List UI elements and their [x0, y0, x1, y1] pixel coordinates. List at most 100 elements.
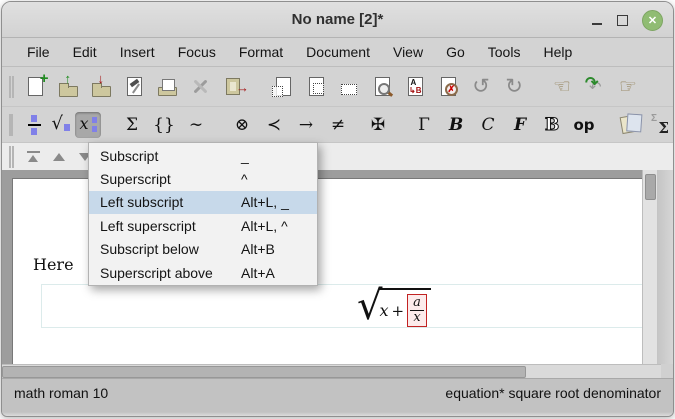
- menu-Tools[interactable]: Tools: [487, 42, 522, 62]
- forward-icon: [619, 74, 637, 99]
- math-symbol-brackets-button[interactable]: {}: [151, 112, 177, 138]
- fraction-numerator: a: [410, 295, 424, 311]
- preferences-icon: [191, 77, 209, 96]
- math-symbol-arrow-button[interactable]: →: [293, 112, 319, 138]
- copy-button[interactable]: [270, 74, 296, 100]
- save-document-icon: [92, 86, 111, 97]
- math-symbol-operator-text-button[interactable]: op: [571, 112, 597, 138]
- undo-button[interactable]: [468, 74, 494, 100]
- math-symbol-binary-relation-button[interactable]: ≺: [261, 112, 287, 138]
- forward-button[interactable]: [615, 74, 641, 100]
- minimize-button[interactable]: [591, 14, 603, 26]
- close-button[interactable]: [642, 10, 663, 31]
- back-icon: [553, 74, 571, 99]
- cursor-focus-box[interactable]: a x: [407, 294, 427, 327]
- insert-sum-button[interactable]: [647, 112, 673, 138]
- document-style-button[interactable]: [121, 74, 147, 100]
- horizontal-scrollbar-thumb[interactable]: [2, 366, 526, 378]
- menu-View[interactable]: View: [392, 42, 424, 62]
- dropdown-item-shortcut: _: [241, 148, 249, 164]
- dropdown-item-shortcut: Alt+L, _: [241, 194, 289, 210]
- dropdown-item-shortcut: Alt+L, ^: [241, 218, 288, 234]
- fraction-button[interactable]: [21, 112, 47, 138]
- equation-block[interactable]: [41, 284, 645, 328]
- find-button[interactable]: [369, 74, 395, 100]
- paste-button[interactable]: [303, 74, 329, 100]
- math-symbol-circled-operator-button[interactable]: ⊗: [229, 112, 255, 138]
- new-document-button[interactable]: [22, 74, 48, 100]
- open-document-button[interactable]: [55, 74, 81, 100]
- cut-button[interactable]: [336, 74, 362, 100]
- maximize-button[interactable]: [617, 15, 628, 26]
- math-symbol-calligraphic-letter-button[interactable]: C: [475, 112, 501, 138]
- preferences-button[interactable]: [187, 74, 213, 100]
- menu-Edit[interactable]: Edit: [72, 42, 98, 62]
- dropdown-item[interactable]: Left subscript Alt+L, _: [89, 191, 317, 214]
- vertical-scrollbar[interactable]: [642, 170, 657, 364]
- spell-button[interactable]: [435, 74, 461, 100]
- menu-Go[interactable]: Go: [445, 42, 466, 62]
- menu-File[interactable]: File: [26, 42, 51, 62]
- toolbar-drag-handle[interactable]: [9, 146, 14, 168]
- menu-Help[interactable]: Help: [542, 42, 573, 62]
- open-document-icon: [59, 86, 78, 97]
- print-icon: [158, 87, 177, 96]
- sqrt-icon: [52, 115, 71, 135]
- math-symbol-big-operator-button[interactable]: Σ: [119, 112, 145, 138]
- dropdown-item-label: Left superscript: [100, 218, 196, 234]
- horizontal-scrollbar[interactable]: [2, 364, 661, 378]
- scripts-button[interactable]: [75, 112, 101, 138]
- dropdown-item[interactable]: Superscript^: [89, 167, 317, 190]
- back-button[interactable]: [549, 74, 575, 100]
- math-formula[interactable]: √ x + a x: [357, 285, 431, 329]
- math-symbol-negation-button[interactable]: ≠: [325, 112, 351, 138]
- math-symbol-fraktur-letter-button[interactable]: F: [507, 112, 533, 138]
- exit-top-icon: [27, 151, 40, 163]
- toolbar-drag-handle[interactable]: [9, 76, 14, 98]
- exit-top-button[interactable]: [22, 147, 44, 167]
- reload-icon: [585, 77, 605, 97]
- document-text[interactable]: Here: [33, 255, 74, 274]
- menu-Document[interactable]: Document: [305, 42, 371, 62]
- go-up-button[interactable]: [48, 147, 70, 167]
- scripts-dropdown-menu: Subscript_Superscript^ Left subscript Alt+…: [88, 142, 318, 286]
- dropdown-item-shortcut: ^: [241, 171, 248, 187]
- redo-button[interactable]: [501, 74, 527, 100]
- scripts-icon: [80, 115, 97, 135]
- dropdown-item[interactable]: Left superscript Alt+L, ^: [89, 214, 317, 237]
- cards-button[interactable]: [615, 112, 641, 138]
- menu-Focus[interactable]: Focus: [177, 42, 217, 62]
- sqrt-button[interactable]: [48, 112, 74, 138]
- dropdown-item[interactable]: Superscript aboveAlt+A: [89, 261, 317, 284]
- print-button[interactable]: [154, 74, 180, 100]
- close-document-button[interactable]: [220, 74, 246, 100]
- math-symbol-bold-letter-button[interactable]: B: [443, 112, 469, 138]
- save-document-button[interactable]: [88, 74, 114, 100]
- dropdown-item[interactable]: Subscript below Alt+B: [89, 238, 317, 261]
- math-symbol-miscellaneous-symbol-button[interactable]: ✠: [365, 112, 391, 138]
- menu-Insert[interactable]: Insert: [119, 42, 156, 62]
- window-title: No name [2]*: [292, 11, 384, 28]
- menu-Format[interactable]: Format: [238, 42, 284, 62]
- toolbar-drag-handle[interactable]: [9, 114, 13, 136]
- math-symbol-greek-letter-button[interactable]: Γ: [411, 112, 437, 138]
- replace-icon: [408, 77, 423, 96]
- dropdown-item[interactable]: Subscript_: [89, 144, 317, 167]
- menu-bar: File Edit Insert Focus Format Document View Go T…: [2, 38, 673, 66]
- status-bar: math roman 10 equation* square root deno…: [2, 378, 673, 412]
- new-document-icon: [28, 77, 43, 96]
- dropdown-item-label: Superscript above: [100, 265, 213, 281]
- vertical-scrollbar-thumb[interactable]: [645, 174, 656, 200]
- dropdown-item-shortcut: Alt+B: [241, 241, 275, 257]
- dropdown-item-label: Subscript below: [100, 241, 199, 257]
- reload-button[interactable]: [582, 74, 608, 100]
- title-bar[interactable]: No name [2]*: [2, 2, 673, 38]
- undo-icon: [472, 75, 490, 99]
- redo-icon: [505, 75, 523, 99]
- dropdown-item-label: Left subscript: [100, 194, 183, 210]
- scrollbar-corner: [661, 364, 674, 378]
- replace-button[interactable]: [402, 74, 428, 100]
- math-symbol-blackboard-bold-letter-button[interactable]: B: [539, 112, 565, 138]
- math-symbol-wide-accent-button[interactable]: ∼: [183, 112, 209, 138]
- cards-icon: [620, 115, 637, 134]
